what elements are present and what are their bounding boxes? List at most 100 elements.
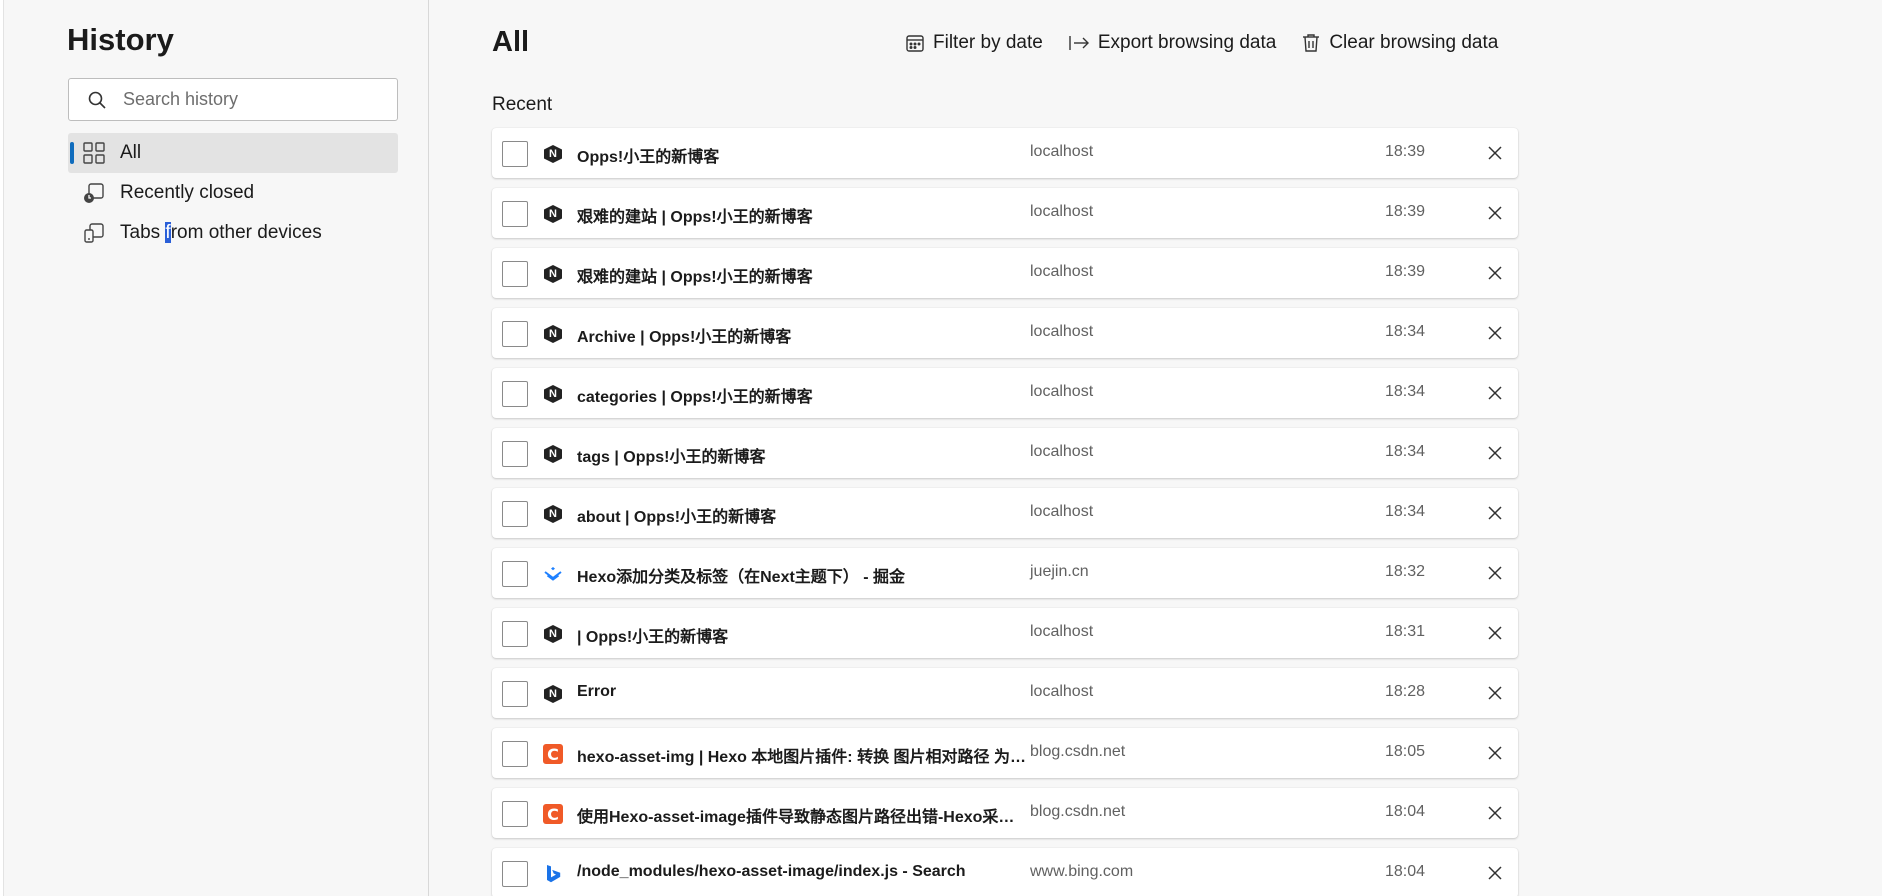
row-title[interactable]: Archive | Opps!小王的新博客 — [577, 323, 1027, 347]
row-checkbox[interactable] — [502, 381, 528, 407]
trash-icon — [1303, 34, 1320, 52]
history-row[interactable]: Chexo-asset-img | Hexo 本地图片插件: 转换 图片相对路径… — [492, 728, 1518, 778]
row-title[interactable]: hexo-asset-img | Hexo 本地图片插件: 转换 图片相对路径 … — [577, 743, 1027, 767]
close-icon[interactable] — [1485, 443, 1505, 463]
row-time: 18:28 — [1385, 683, 1426, 700]
row-domain: blog.csdn.net — [1030, 803, 1126, 820]
history-row[interactable]: N Opps!小王的新博客 localhost 18:39 — [492, 128, 1518, 178]
next-n-favicon-icon: N — [543, 684, 563, 704]
close-icon[interactable] — [1485, 683, 1505, 703]
close-icon[interactable] — [1485, 143, 1505, 163]
row-domain: localhost — [1030, 503, 1094, 520]
row-checkbox[interactable] — [502, 321, 528, 347]
history-row[interactable]: Hexo添加分类及标签（在Next主题下） - 掘金 juejin.cn 18:32 — [492, 548, 1518, 598]
next-n-favicon-icon: N — [543, 444, 563, 464]
bing-favicon-icon — [543, 864, 563, 884]
row-domain: localhost — [1030, 383, 1094, 400]
section-title: All — [492, 26, 530, 58]
row-title[interactable]: tags | Opps!小王的新博客 — [577, 443, 1027, 467]
export-browsing-data-button[interactable]: Export browsing data — [1068, 32, 1276, 54]
row-title[interactable]: 艰难的建站 | Opps!小王的新博客 — [577, 203, 1027, 227]
history-row[interactable]: N Error localhost 18:28 — [492, 668, 1518, 718]
row-checkbox[interactable] — [502, 141, 528, 167]
next-n-favicon-icon: N — [543, 204, 563, 224]
row-time: 18:32 — [1385, 563, 1426, 580]
row-time: 18:34 — [1385, 443, 1426, 460]
main-content: All Filter by date Export browsing data … — [430, 0, 1882, 896]
close-icon[interactable] — [1485, 803, 1505, 823]
row-checkbox[interactable] — [502, 561, 528, 587]
window-edge — [0, 0, 4, 896]
row-checkbox[interactable] — [502, 261, 528, 287]
grid-icon — [82, 141, 106, 165]
row-checkbox[interactable] — [502, 501, 528, 527]
history-row[interactable]: /node_modules/hexo-asset-image/index.js … — [492, 848, 1518, 896]
history-row[interactable]: N 艰难的建站 | Opps!小王的新博客 localhost 18:39 — [492, 188, 1518, 238]
row-title[interactable]: 艰难的建站 | Opps!小王的新博客 — [577, 263, 1027, 287]
sidebar: History All Recently closed Tabs from ot… — [5, 0, 429, 896]
close-icon[interactable] — [1485, 383, 1505, 403]
row-time: 18:04 — [1385, 803, 1426, 820]
close-icon[interactable] — [1485, 263, 1505, 283]
history-row[interactable]: Nabout | Opps!小王的新博客 localhost 18:34 — [492, 488, 1518, 538]
next-n-favicon-icon: N — [543, 624, 563, 644]
row-title[interactable]: Opps!小王的新博客 — [577, 143, 1027, 167]
row-domain: blog.csdn.net — [1030, 743, 1126, 760]
row-checkbox[interactable] — [502, 741, 528, 767]
row-checkbox[interactable] — [502, 861, 528, 887]
row-title[interactable]: 使用Hexo-asset-image插件导致静态图片路径出错-Hexo采坑(..… — [577, 803, 1027, 827]
row-checkbox[interactable] — [502, 201, 528, 227]
row-domain: localhost — [1030, 143, 1094, 160]
recently-closed-icon — [82, 181, 106, 205]
row-domain: localhost — [1030, 443, 1094, 460]
row-title[interactable]: | Opps!小王的新博客 — [577, 623, 1027, 647]
row-title[interactable]: /node_modules/hexo-asset-image/index.js … — [577, 863, 1027, 881]
close-icon[interactable] — [1485, 743, 1505, 763]
close-icon[interactable] — [1485, 863, 1505, 883]
next-n-favicon-icon: N — [543, 384, 563, 404]
history-row[interactable]: N Archive | Opps!小王的新博客 localhost 18:34 — [492, 308, 1518, 358]
row-domain: www.bing.com — [1030, 863, 1134, 880]
close-icon[interactable] — [1485, 323, 1505, 343]
row-checkbox[interactable] — [502, 681, 528, 707]
row-title[interactable]: about | Opps!小王的新博客 — [577, 503, 1027, 527]
csdn-favicon-icon: C — [543, 804, 563, 824]
row-time: 18:39 — [1385, 143, 1426, 160]
toolbar: Filter by date Export browsing data Clea… — [905, 32, 1523, 54]
sidebar-item-recently-closed[interactable]: Recently closed — [68, 173, 398, 213]
row-title[interactable]: Error — [577, 683, 1027, 701]
clear-browsing-data-button[interactable]: Clear browsing data — [1301, 32, 1498, 54]
history-row[interactable]: C 使用Hexo-asset-image插件导致静态图片路径出错-Hexo采坑(.… — [492, 788, 1518, 838]
close-icon[interactable] — [1485, 203, 1505, 223]
sidebar-item-label: Recently closed — [120, 182, 255, 203]
row-domain: localhost — [1030, 203, 1094, 220]
close-icon[interactable] — [1485, 503, 1505, 523]
history-row[interactable]: N 艰难的建站 | Opps!小王的新博客 localhost 18:39 — [492, 248, 1518, 298]
row-title[interactable]: Hexo添加分类及标签（在Next主题下） - 掘金 — [577, 563, 1027, 587]
next-n-favicon-icon: N — [543, 144, 563, 164]
close-icon[interactable] — [1485, 563, 1505, 583]
next-n-favicon-icon: N — [543, 324, 563, 344]
devices-icon — [82, 221, 106, 245]
row-time: 18:05 — [1385, 743, 1426, 760]
row-checkbox[interactable] — [502, 441, 528, 467]
close-icon[interactable] — [1485, 623, 1505, 643]
sidebar-item-label: All — [120, 142, 142, 163]
history-row[interactable]: Ntags | Opps!小王的新博客 localhost 18:34 — [492, 428, 1518, 478]
history-row[interactable]: N | Opps!小王的新博客 localhost 18:31 — [492, 608, 1518, 658]
sidebar-item-other-devices[interactable]: Tabs from other devices — [68, 213, 398, 253]
section-label-recent: Recent — [492, 94, 553, 115]
row-checkbox[interactable] — [502, 621, 528, 647]
row-time: 18:34 — [1385, 503, 1426, 520]
calendar-icon — [906, 35, 924, 52]
row-checkbox[interactable] — [502, 801, 528, 827]
search-box[interactable] — [68, 78, 398, 121]
row-time: 18:39 — [1385, 203, 1426, 220]
row-domain: localhost — [1030, 683, 1094, 700]
search-input[interactable] — [123, 89, 397, 110]
filter-by-date-button[interactable]: Filter by date — [905, 32, 1043, 54]
sidebar-item-all[interactable]: All — [68, 133, 398, 173]
csdn-favicon-icon: C — [543, 744, 563, 764]
row-title[interactable]: categories | Opps!小王的新博客 — [577, 383, 1027, 407]
history-row[interactable]: Ncategories | Opps!小王的新博客 localhost 18:34 — [492, 368, 1518, 418]
